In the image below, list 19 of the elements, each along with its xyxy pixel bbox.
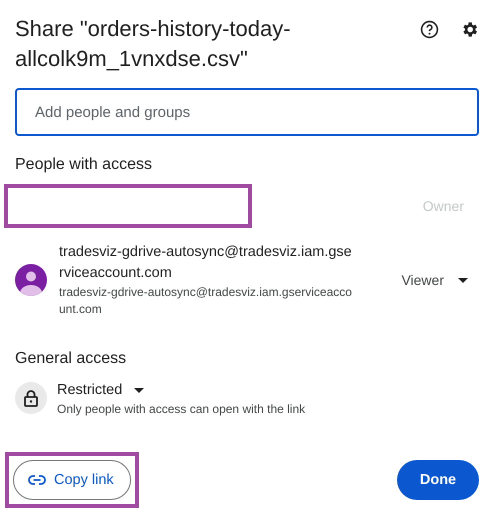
role-dropdown[interactable]: Viewer	[401, 272, 468, 288]
access-description: Only people with access can open with the link	[57, 402, 306, 416]
lock-icon	[15, 382, 47, 414]
dialog-title: Share "orders-history-today-allcolk9m_1vnxdse.csv"	[15, 15, 292, 73]
caret-icon	[134, 388, 144, 392]
link-icon	[28, 475, 46, 485]
section-heading: General access	[15, 350, 128, 368]
access-dropdown[interactable]: Restricted	[57, 382, 144, 398]
add-people-field[interactable]: Add people and groups	[15, 88, 479, 136]
section-heading: People with access	[15, 156, 153, 174]
role-label: Owner	[422, 198, 464, 214]
person-email: tradesviz-gdrive-autosync@tradesviz.iam.gserviceaccount.com	[59, 284, 353, 318]
caret-icon	[458, 278, 468, 282]
copy-link-button[interactable]: Copy link	[13, 460, 131, 500]
person-name: tradesviz-gdrive-autosync@tradesviz.iam.gserviceaccount.com	[59, 243, 353, 283]
help-icon	[420, 20, 438, 38]
avatar-icon	[15, 264, 47, 296]
done-button[interactable]: Done	[397, 460, 479, 500]
help-button[interactable]	[418, 18, 440, 40]
